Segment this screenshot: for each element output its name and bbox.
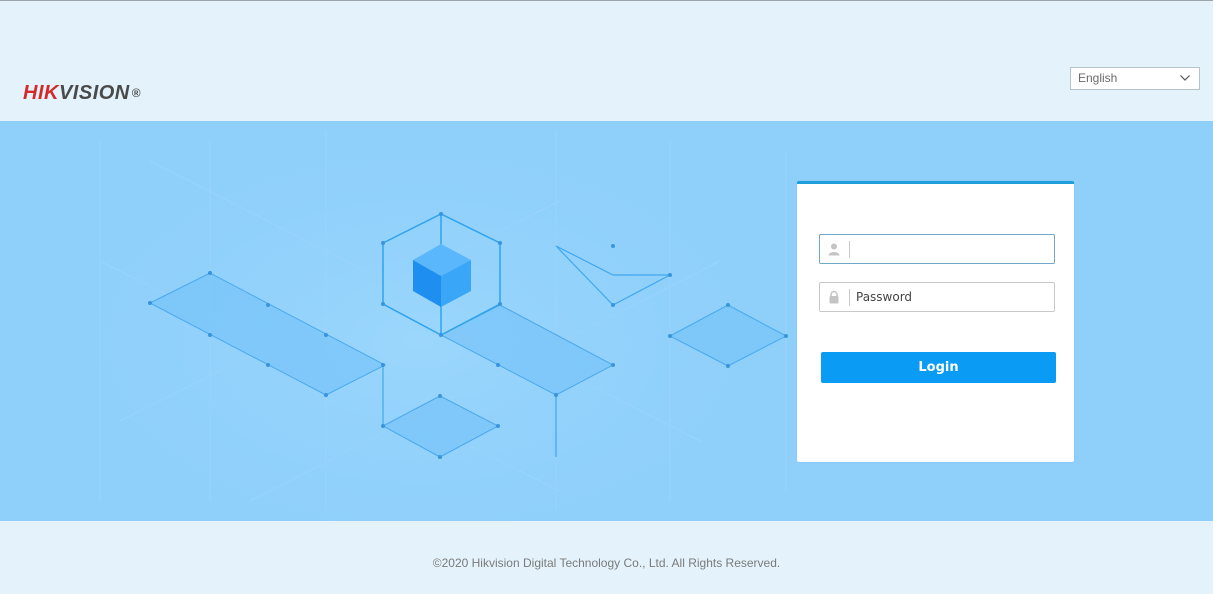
hero-banner: Login <box>0 121 1213 521</box>
username-field[interactable] <box>819 234 1055 264</box>
logo-vision-text: VISION <box>58 82 130 104</box>
password-divider <box>849 289 850 306</box>
user-icon <box>828 243 840 256</box>
password-field[interactable] <box>819 282 1055 312</box>
username-input[interactable] <box>856 239 1046 259</box>
page-footer: ©2020 Hikvision Digital Technology Co., … <box>0 521 1213 594</box>
copyright-text: ©2020 Hikvision Digital Technology Co., … <box>432 556 781 570</box>
language-select[interactable]: English <box>1070 67 1200 90</box>
chevron-down-icon <box>1180 75 1190 81</box>
password-input[interactable] <box>856 287 1046 307</box>
logo-registered-mark: ® <box>131 86 142 100</box>
lock-icon <box>829 290 839 304</box>
page-header: HIKVISION ® English <box>0 1 1213 121</box>
logo-hik-text: HIK <box>23 82 59 104</box>
language-selected-value: English <box>1078 71 1118 85</box>
login-button[interactable]: Login <box>821 352 1056 383</box>
username-divider <box>849 241 850 258</box>
login-card: Login <box>797 181 1074 462</box>
hikvision-logo: HIKVISION ® <box>23 81 141 105</box>
